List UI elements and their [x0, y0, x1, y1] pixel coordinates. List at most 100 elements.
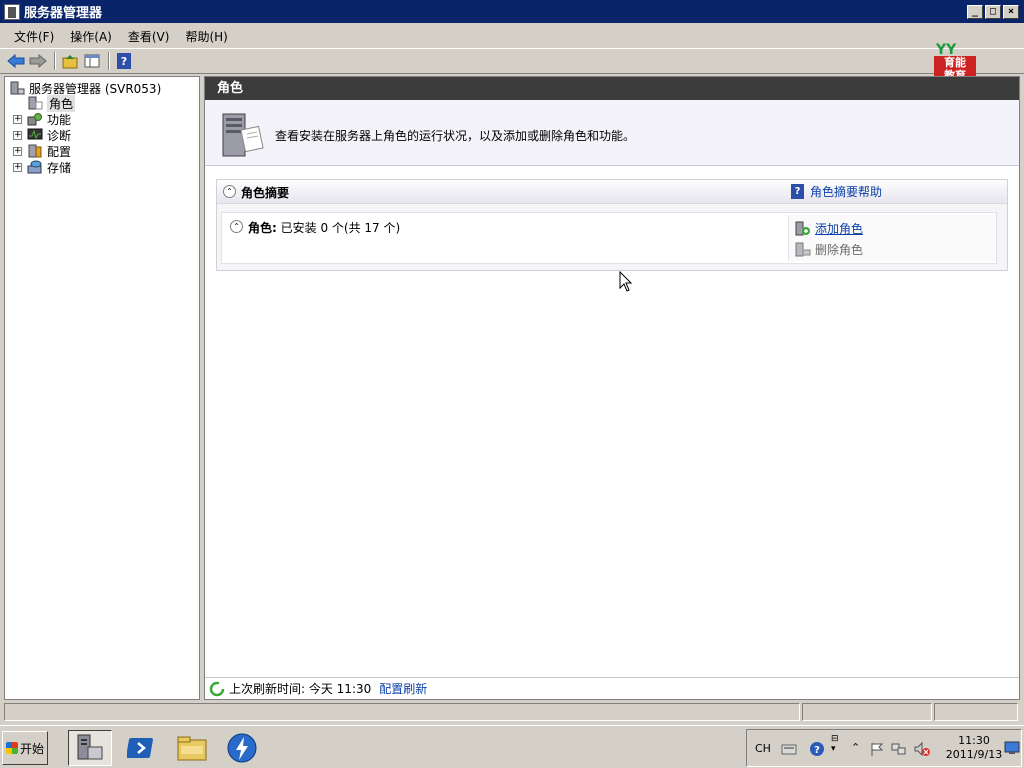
maximize-button[interactable]: □: [985, 5, 1001, 19]
tree-item-configuration[interactable]: + 配置: [13, 143, 71, 159]
tree-item-label: 存储: [47, 160, 72, 175]
start-label: 开始: [19, 741, 44, 756]
collapse-icon[interactable]: ⌃: [223, 185, 236, 198]
tree-item-features[interactable]: + 功能: [13, 111, 71, 127]
menu-file[interactable]: 文件(F): [14, 28, 54, 45]
svg-text:?: ?: [121, 55, 127, 68]
roles-subsection: ⌃ 角色: 已安装 0 个(共 17 个) 添加角色 删除角色: [221, 212, 997, 264]
show-hidden-icons-icon[interactable]: ⌃: [851, 741, 867, 757]
roles-count: 已安装 0 个(共 17 个): [280, 221, 401, 235]
tree-item-label: 诊断: [47, 128, 72, 143]
tree-item-storage[interactable]: + 存储: [13, 159, 71, 175]
powershell-icon: [127, 738, 153, 758]
window-title: 服务器管理器: [24, 6, 103, 21]
windows-logo-icon: [5, 742, 18, 754]
show-desktop-icon[interactable]: [1004, 741, 1020, 758]
features-icon: [27, 112, 43, 126]
status-bar: [0, 702, 1024, 722]
add-roles-icon: [795, 221, 811, 236]
clock[interactable]: 11:30 2011/9/13: [943, 734, 1005, 762]
taskbar-app-lightning[interactable]: [220, 730, 264, 766]
language-indicator[interactable]: CH: [755, 742, 771, 755]
menu-bar: 文件(F) 操作(A) 查看(V) 帮助(H): [0, 25, 1024, 47]
roles-label: 角色:: [248, 221, 277, 235]
back-button[interactable]: [6, 51, 26, 71]
toolbar-separator: [54, 52, 56, 70]
toolbar: ?: [0, 48, 1024, 74]
network-icon[interactable]: [891, 741, 907, 757]
expand-icon[interactable]: +: [13, 130, 22, 140]
roles-summary-help-link[interactable]: ? 角色摘要帮助: [791, 183, 882, 200]
refresh-icon: [209, 681, 225, 696]
last-refresh-text: 上次刷新时间: 今天 11:30: [229, 682, 372, 696]
tree-item-diagnostics[interactable]: + 诊断: [13, 127, 71, 143]
action-center-flag-icon[interactable]: [869, 741, 885, 757]
remove-roles-icon: [795, 242, 811, 257]
remove-roles-action[interactable]: 删除角色: [795, 241, 863, 258]
remove-roles-link[interactable]: 删除角色: [815, 241, 863, 258]
start-button[interactable]: 开始: [2, 731, 48, 765]
minimize-button[interactable]: _: [967, 5, 983, 19]
help-icon: ?: [117, 53, 131, 69]
back-arrow-icon: [7, 54, 25, 68]
server-manager-icon: [77, 734, 103, 760]
expand-icon[interactable]: +: [13, 114, 22, 124]
server-manager-icon: [9, 81, 25, 95]
taskbar-explorer[interactable]: [170, 730, 214, 766]
show-hide-tree-button[interactable]: [82, 51, 102, 71]
status-pane-2: [802, 703, 932, 721]
title-bar: 服务器管理器 _ □ ×: [0, 0, 1024, 25]
server-manager-icon: [4, 3, 20, 20]
help-icon: ?: [791, 184, 804, 199]
volume-muted-icon[interactable]: [913, 741, 930, 757]
console-tree-icon: [84, 54, 100, 68]
clock-time: 11:30: [958, 734, 990, 747]
menu-help[interactable]: 帮助(H): [185, 28, 227, 45]
mouse-cursor-icon: [619, 271, 633, 292]
taskbar: 开始 CH ? ⊟ ▾ ⌃ 11:30 2011/9/13: [0, 725, 1024, 768]
roles-summary-title: 角色摘要: [241, 186, 290, 200]
add-roles-link[interactable]: 添加角色: [815, 220, 863, 237]
menu-view[interactable]: 查看(V): [128, 28, 170, 45]
refresh-status-bar: 上次刷新时间: 今天 11:30 配置刷新: [205, 677, 1019, 699]
storage-icon: [27, 160, 43, 174]
menu-action[interactable]: 操作(A): [70, 28, 112, 45]
keyboard-icon[interactable]: [781, 741, 797, 757]
tree-root[interactable]: 服务器管理器 (SVR053): [9, 80, 161, 96]
tree-item-roles[interactable]: 角色: [27, 94, 76, 112]
collapse-icon[interactable]: ⌃: [230, 220, 243, 233]
help-icon[interactable]: ?: [809, 741, 825, 757]
details-pane: 角色 查看安装在服务器上角色的运行状况，以及添加或删除角色和功能。 ⌃ 角色摘要…: [204, 76, 1020, 700]
diagnostics-icon: [27, 128, 43, 142]
configuration-icon: [27, 144, 43, 158]
forward-button[interactable]: [28, 51, 48, 71]
clock-date: 2011/9/13: [945, 748, 1003, 761]
roles-summary-header: ⌃ 角色摘要 ? 角色摘要帮助: [217, 180, 1007, 204]
expand-icon[interactable]: +: [13, 146, 22, 156]
options-icon[interactable]: ⊟ ▾: [831, 734, 847, 754]
taskbar-server-manager[interactable]: [68, 730, 112, 766]
forward-arrow-icon: [29, 54, 47, 68]
svg-text:?: ?: [814, 745, 820, 756]
close-button[interactable]: ×: [1003, 5, 1019, 19]
tree-item-label: 角色: [47, 94, 76, 112]
configure-refresh-link[interactable]: 配置刷新: [379, 680, 427, 697]
help-button[interactable]: ?: [114, 51, 134, 71]
help-link-text[interactable]: 角色摘要帮助: [810, 183, 882, 200]
up-level-button[interactable]: [60, 51, 80, 71]
folder-icon: [177, 736, 207, 761]
status-pane-3: [934, 703, 1018, 721]
toolbar-separator: [108, 52, 110, 70]
roles-summary-section: ⌃ 角色摘要 ? 角色摘要帮助 ⌃ 角色: 已安装 0 个(共 17 个) 添加…: [216, 179, 1008, 271]
pane-header: 角色: [205, 77, 1019, 100]
roles-status: 角色: 已安装 0 个(共 17 个): [248, 219, 400, 236]
tree-item-label: 配置: [47, 144, 72, 159]
add-roles-action[interactable]: 添加角色: [795, 220, 863, 237]
folder-up-icon: [62, 55, 78, 69]
roles-actions: 添加角色 删除角色: [788, 215, 996, 261]
console-tree[interactable]: 服务器管理器 (SVR053) 角色 + 功能 + 诊断 + 配置 + 存储: [4, 76, 200, 700]
lightning-app-icon: [227, 733, 257, 763]
expand-icon[interactable]: +: [13, 162, 22, 172]
taskbar-powershell[interactable]: [120, 730, 164, 766]
tree-item-label: 功能: [47, 112, 72, 127]
